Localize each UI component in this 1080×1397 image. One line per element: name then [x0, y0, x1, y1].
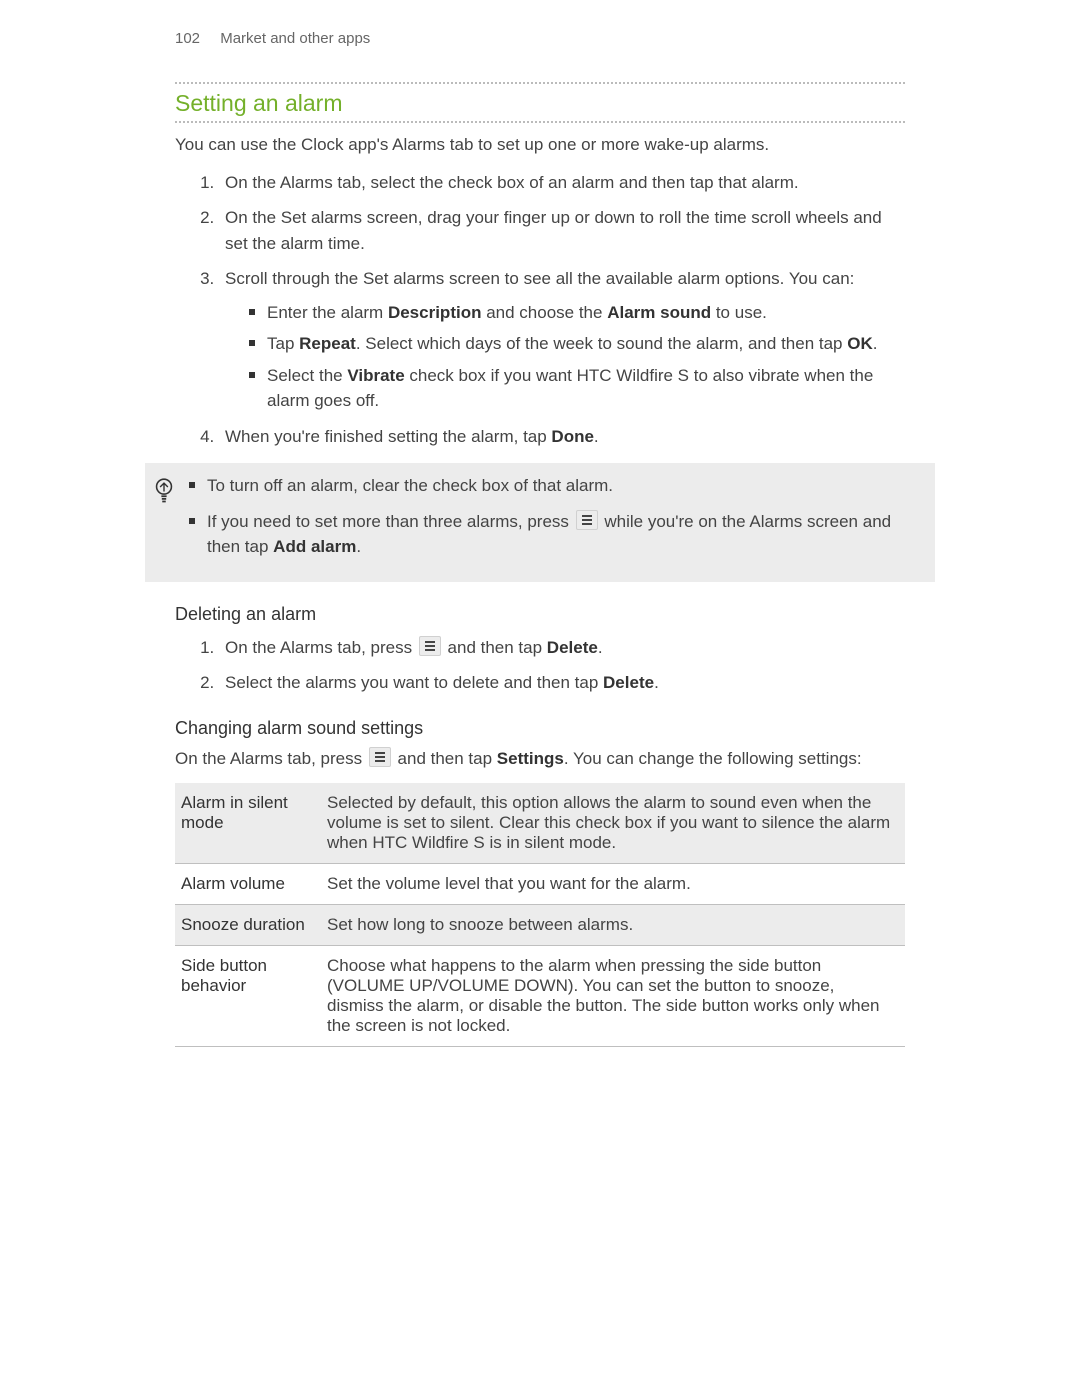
- lightbulb-icon: [147, 477, 181, 510]
- document-page: 102 Market and other apps Setting an ala…: [0, 0, 1080, 1397]
- step-item: Scroll through the Set alarms screen to …: [219, 266, 905, 414]
- setting-name: Alarm in silent mode: [175, 783, 321, 864]
- sub-list: Enter the alarm Description and choose t…: [225, 300, 905, 414]
- step-item: On the Set alarms screen, drag your fing…: [219, 205, 905, 256]
- page-number: 102: [175, 30, 200, 47]
- subheading-deleting: Deleting an alarm: [175, 604, 905, 625]
- tip-box: To turn off an alarm, clear the check bo…: [145, 463, 935, 582]
- setting-desc: Selected by default, this option allows …: [321, 783, 905, 864]
- table-row: Alarm in silent mode Selected by default…: [175, 783, 905, 864]
- page-header: 102 Market and other apps: [175, 30, 905, 47]
- step-item: On the Alarms tab, select the check box …: [219, 170, 905, 196]
- section-title: Setting an alarm: [175, 82, 905, 123]
- changing-intro: On the Alarms tab, press and then tap Se…: [175, 747, 905, 772]
- setting-name: Alarm volume: [175, 864, 321, 905]
- chapter-title: Market and other apps: [220, 30, 370, 47]
- sub-item: Tap Repeat. Select which days of the wee…: [253, 331, 905, 357]
- settings-table: Alarm in silent mode Selected by default…: [175, 783, 905, 1047]
- setting-desc: Set how long to snooze between alarms.: [321, 905, 905, 946]
- setting-name: Snooze duration: [175, 905, 321, 946]
- sub-item: Select the Vibrate check box if you want…: [253, 363, 905, 414]
- tip-content: To turn off an alarm, clear the check bo…: [181, 473, 925, 570]
- sub-item: Enter the alarm Description and choose t…: [253, 300, 905, 326]
- setting-desc: Set the volume level that you want for t…: [321, 864, 905, 905]
- deleting-steps: On the Alarms tab, press and then tap De…: [175, 635, 905, 696]
- tip-item: To turn off an alarm, clear the check bo…: [193, 473, 925, 499]
- step-item: When you're finished setting the alarm, …: [219, 424, 905, 450]
- table-row: Snooze duration Set how long to snooze b…: [175, 905, 905, 946]
- step-item: Select the alarms you want to delete and…: [219, 670, 905, 696]
- table-row: Alarm volume Set the volume level that y…: [175, 864, 905, 905]
- menu-icon: [576, 510, 598, 530]
- steps-list: On the Alarms tab, select the check box …: [175, 170, 905, 450]
- setting-desc: Choose what happens to the alarm when pr…: [321, 946, 905, 1047]
- menu-icon: [369, 747, 391, 767]
- menu-icon: [419, 636, 441, 656]
- step-item: On the Alarms tab, press and then tap De…: [219, 635, 905, 661]
- setting-name: Side button behavior: [175, 946, 321, 1047]
- subheading-changing: Changing alarm sound settings: [175, 718, 905, 739]
- table-row: Side button behavior Choose what happens…: [175, 946, 905, 1047]
- intro-text: You can use the Clock app's Alarms tab t…: [175, 133, 905, 158]
- tip-item: If you need to set more than three alarm…: [193, 509, 925, 560]
